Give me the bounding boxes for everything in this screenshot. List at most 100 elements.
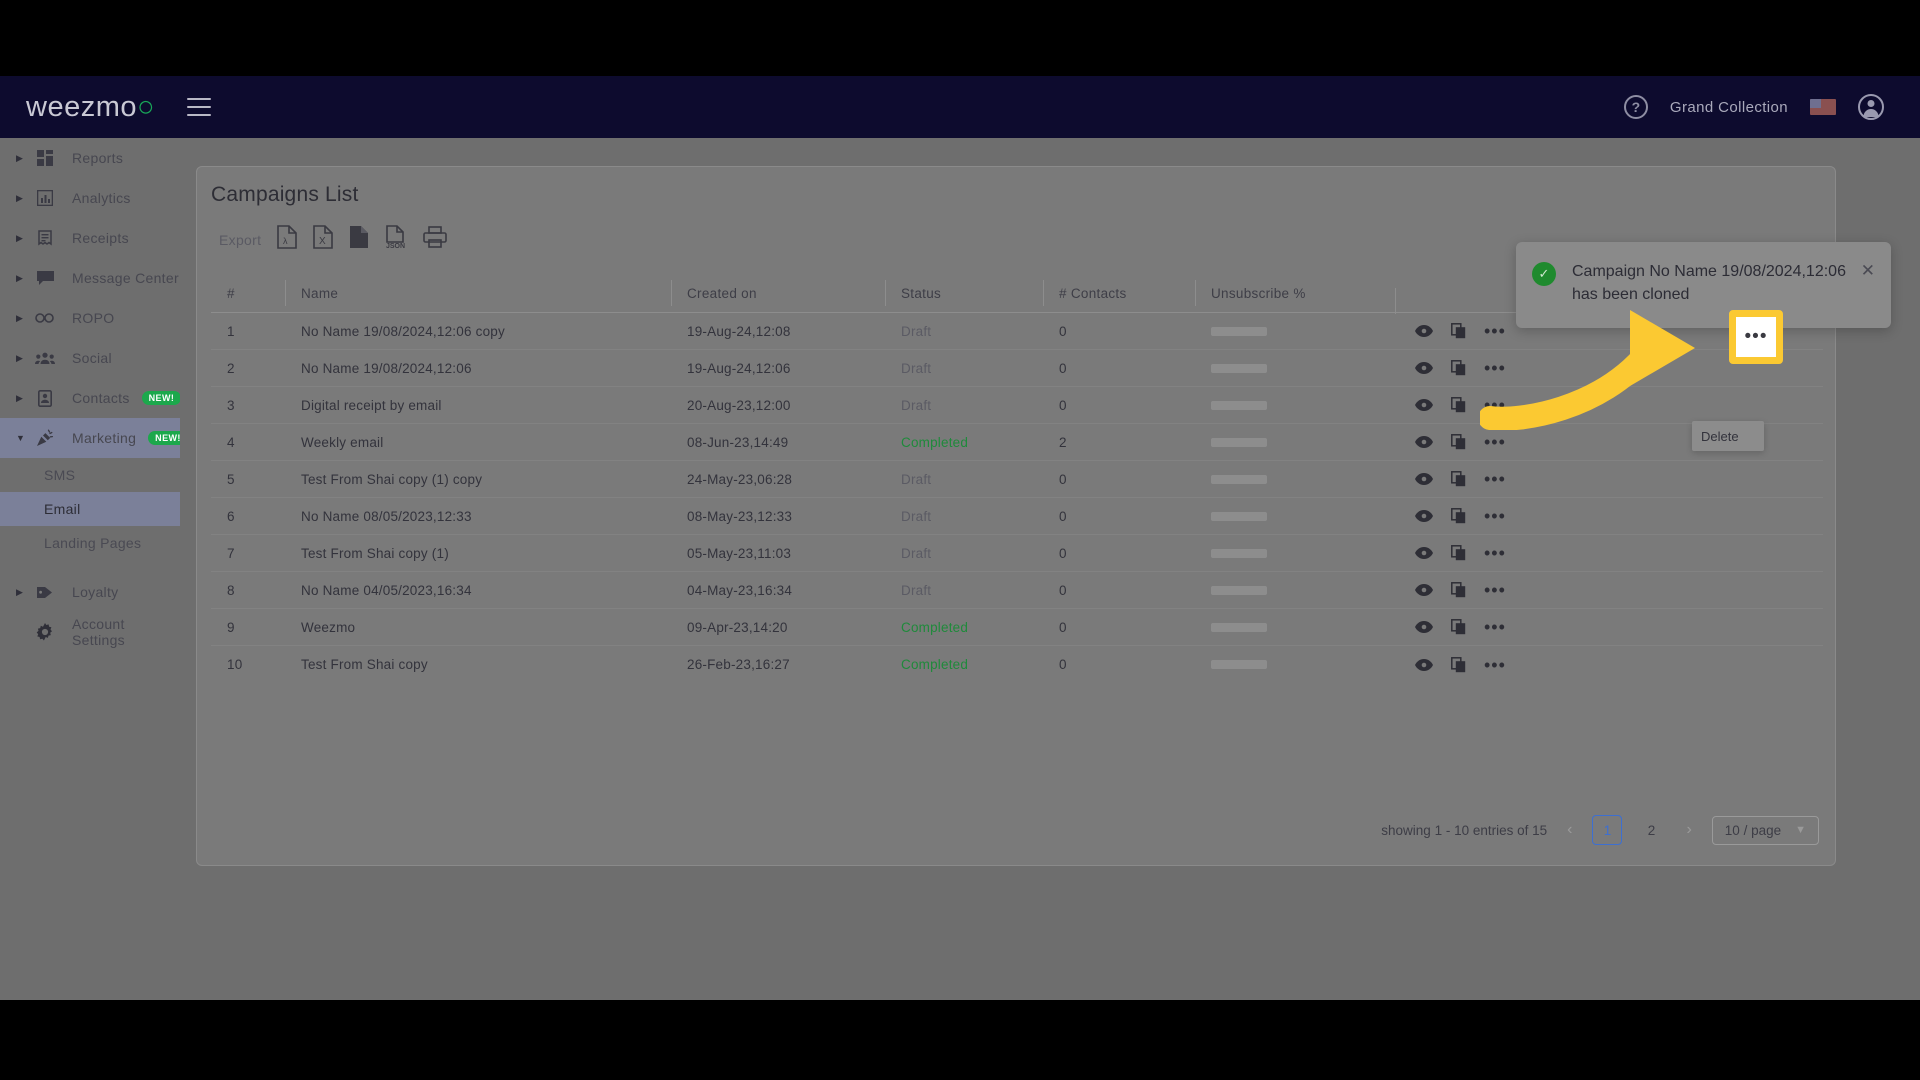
sidebar-subitem-sms[interactable]: SMS [0, 458, 180, 492]
pdf-export-icon[interactable]: λ [277, 225, 298, 254]
row-context-menu[interactable]: Delete [1692, 421, 1764, 451]
sidebar-item-ropo[interactable]: ▶ ROPO [0, 298, 180, 338]
sidebar-label: Receipts [72, 230, 129, 246]
preview-icon[interactable] [1415, 658, 1433, 671]
cell-created: 05-May-23,11:03 [687, 545, 792, 561]
sidebar-label: ROPO [72, 310, 115, 326]
column-header-status[interactable]: Status [885, 280, 1043, 306]
cell-name: Digital receipt by email [301, 397, 442, 413]
document-export-icon[interactable] [349, 225, 369, 254]
chevron-right-icon: ▶ [16, 152, 23, 163]
sidebar-item-loyalty[interactable]: ▶ Loyalty [0, 572, 180, 612]
chevron-right-icon: ▶ [16, 272, 23, 283]
highlight-box-more-options[interactable]: ••• [1729, 310, 1783, 364]
clone-icon[interactable] [1451, 434, 1466, 450]
json-export-icon[interactable]: JSON [385, 225, 407, 254]
sidebar-item-receipts[interactable]: ▶ Receipts [0, 218, 180, 258]
preview-icon[interactable] [1415, 436, 1433, 448]
preview-icon[interactable] [1415, 547, 1433, 559]
sidebar-item-contacts[interactable]: ▶ Contacts NEW! [0, 378, 182, 418]
clone-icon[interactable] [1451, 508, 1466, 524]
status-badge: Completed [901, 434, 969, 450]
export-toolbar: Export λ X JSON [219, 225, 448, 254]
sidebar-item-message-center[interactable]: ▶ Message Center [0, 258, 180, 298]
clone-icon[interactable] [1451, 471, 1466, 487]
cell-created: 04-May-23,16:34 [687, 582, 793, 598]
sidebar-sub-label: Landing Pages [44, 535, 142, 551]
more-options-icon[interactable]: ••• [1745, 327, 1768, 346]
sidebar-item-analytics[interactable]: ▶ Analytics [0, 178, 180, 218]
brand-logo[interactable]: weezmo○ [26, 91, 155, 124]
more-options-icon[interactable]: ••• [1484, 322, 1506, 340]
help-icon[interactable]: ? [1623, 95, 1648, 119]
cell-name: No Name 04/05/2023,16:34 [301, 582, 472, 598]
logo-text: weezmo○ [26, 91, 155, 124]
sidebar-item-account-settings[interactable]: Account Settings [0, 612, 180, 652]
people-icon [34, 352, 56, 365]
clone-icon[interactable] [1451, 397, 1466, 413]
more-options-icon[interactable]: ••• [1484, 618, 1506, 636]
preview-icon[interactable] [1415, 399, 1433, 411]
preview-icon[interactable] [1415, 621, 1433, 633]
pagination-prev-button[interactable]: ‹ [1561, 821, 1578, 839]
table-row[interactable]: 2 No Name 19/08/2024,12:06 19-Aug-24,12:06… [211, 350, 1823, 387]
cell-index: 4 [227, 434, 235, 450]
preview-icon[interactable] [1415, 584, 1433, 596]
page-size-select[interactable]: 10 / page ▼ [1711, 815, 1819, 845]
clone-icon[interactable] [1451, 656, 1466, 673]
table-row[interactable]: 4 Weekly email 08-Jun-23,14:49 Completed 2 ••… [211, 424, 1823, 461]
toast-message: Campaign No Name 19/08/2024,12:06 has be… [1572, 263, 1846, 304]
pagination-page-1[interactable]: 1 [1592, 815, 1623, 845]
sidebar-subitem-email[interactable]: Email [0, 492, 180, 526]
user-avatar-icon[interactable] [1858, 94, 1884, 120]
preview-icon[interactable] [1415, 362, 1433, 374]
clone-icon[interactable] [1451, 582, 1466, 598]
preview-icon[interactable] [1415, 510, 1433, 522]
excel-export-icon[interactable]: X [313, 225, 334, 254]
cell-unsubscribe [1195, 474, 1395, 484]
clone-icon[interactable] [1451, 323, 1466, 339]
table-row[interactable]: 3 Digital receipt by email 20-Aug-23,12:00… [211, 387, 1823, 424]
column-header-created[interactable]: Created on [671, 280, 885, 306]
clone-icon[interactable] [1451, 360, 1466, 376]
sidebar-subitem-landing-pages[interactable]: Landing Pages [0, 526, 180, 560]
table-row[interactable]: 5 Test From Shai copy (1) copy 24-May-23,0… [211, 461, 1823, 498]
column-header-unsubscribe[interactable]: Unsubscribe % [1195, 280, 1395, 306]
table-row[interactable]: 9 Weezmo 09-Apr-23,14:20 Completed 0 ••• [211, 609, 1823, 646]
cell-unsubscribe [1195, 437, 1395, 447]
cell-index: 7 [227, 545, 235, 561]
more-options-icon[interactable]: ••• [1484, 581, 1506, 599]
us-flag-icon[interactable] [1810, 99, 1836, 115]
context-menu-item-delete[interactable]: Delete [1701, 429, 1739, 444]
hamburger-icon[interactable] [187, 98, 212, 116]
column-header-name[interactable]: Name [285, 280, 671, 306]
table-row[interactable]: 7 Test From Shai copy (1) 05-May-23,11:03 D… [211, 535, 1823, 572]
clone-icon[interactable] [1451, 545, 1466, 561]
column-header-contacts[interactable]: # Contacts [1043, 280, 1195, 306]
print-icon[interactable] [423, 226, 448, 253]
preview-icon[interactable] [1415, 325, 1433, 337]
pagination-page-2[interactable]: 2 [1636, 815, 1666, 845]
more-options-icon[interactable]: ••• [1484, 656, 1506, 674]
table-row[interactable]: 10 Test From Shai copy 26-Feb-23,16:27 Comp… [211, 646, 1823, 683]
sidebar-item-reports[interactable]: ▶ Reports [0, 138, 180, 178]
sidebar-item-social[interactable]: ▶ Social [0, 338, 180, 378]
more-options-icon[interactable]: ••• [1484, 396, 1506, 414]
sidebar-label: Contacts [72, 390, 130, 406]
cell-contacts: 0 [1059, 619, 1067, 635]
table-row[interactable]: 8 No Name 04/05/2023,16:34 04-May-23,16:34… [211, 572, 1823, 609]
status-badge: Draft [901, 582, 932, 598]
close-icon[interactable]: ✕ [1861, 262, 1875, 279]
more-options-icon[interactable]: ••• [1484, 433, 1506, 451]
more-options-icon[interactable]: ••• [1484, 470, 1506, 488]
sidebar-item-marketing[interactable]: ▼ Marketing NEW! [0, 418, 188, 458]
pagination-next-button[interactable]: › [1680, 821, 1697, 839]
preview-icon[interactable] [1415, 473, 1433, 485]
more-options-icon[interactable]: ••• [1484, 359, 1506, 377]
chevron-right-icon: ▶ [16, 586, 23, 597]
column-header-index[interactable]: # [211, 286, 285, 301]
table-row[interactable]: 6 No Name 08/05/2023,12:33 08-May-23,12:33… [211, 498, 1823, 535]
clone-icon[interactable] [1451, 619, 1466, 635]
more-options-icon[interactable]: ••• [1484, 507, 1506, 525]
more-options-icon[interactable]: ••• [1484, 544, 1506, 562]
